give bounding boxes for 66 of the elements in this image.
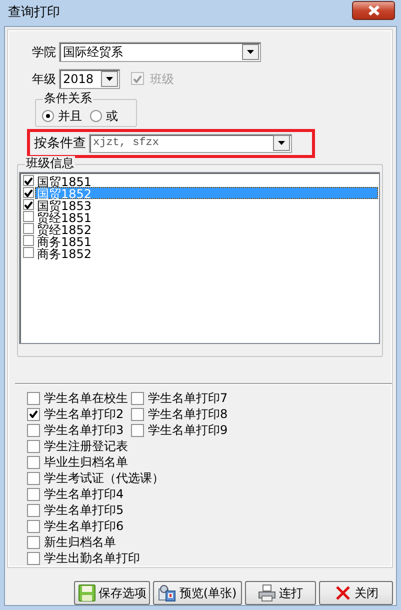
option-label: 学生名单打印5 [44,502,124,518]
preview-icon [158,584,176,602]
option-label: 学生名单打印9 [148,422,228,438]
field-label: 年级 [32,72,56,86]
list-checkbox[interactable] [23,175,34,186]
option-label: 学生名单打印3 [44,422,124,438]
list-checkbox[interactable] [23,247,34,258]
toolbar-button[interactable]: 关闭 [319,581,393,605]
toolbar-button[interactable]: 保存选项 [74,581,150,605]
caret-icon [247,50,254,54]
condition-dropdown[interactable]: xjzt, sfzx [89,134,292,153]
option-checkbox[interactable] [131,408,144,420]
option-label: 学生注册登记表 [44,438,128,454]
option-label: 毕业生归档名单 [44,454,128,470]
option-checkbox[interactable] [27,536,40,548]
toolbar-button[interactable]: 连打 [245,581,316,605]
option-label: 新生归档名单 [44,534,116,550]
group-title: 班级信息 [25,156,75,170]
option-checkbox[interactable] [27,472,40,484]
caret-icon [106,77,113,81]
list-item[interactable]: 商务1852 [35,246,378,259]
option-checkbox[interactable] [27,424,40,436]
radio-label: 并且 [58,109,82,124]
option-label: 学生名单打印8 [148,406,228,422]
option-checkbox[interactable] [27,552,40,564]
radio-button[interactable] [90,110,102,122]
close-icon [368,4,380,16]
option-checkbox[interactable] [131,424,144,436]
list-item[interactable]: 贸经1852 [35,222,378,235]
list-checkbox[interactable] [23,235,34,246]
checkbox-label: 班级 [150,72,174,86]
field-label: 按条件查 [34,136,86,152]
option-label: 学生名单在校生 [44,390,128,406]
option-label: 学生出勤名单打印 [44,550,140,566]
list-item[interactable]: 商务1851 [35,234,378,247]
college-dropdown[interactable]: 国际经贸系 [59,42,261,62]
grade-dropdown[interactable]: 2018 [59,69,120,89]
option-checkbox[interactable] [27,504,40,516]
option-checkbox[interactable] [27,392,40,404]
close-icon [334,584,352,602]
option-label: 学生名单打印2 [44,406,124,422]
list-checkbox[interactable] [23,187,34,198]
radio-button[interactable] [42,110,54,122]
caret-icon [278,141,285,146]
field-label: 学院 [32,44,56,60]
window-title: 查询打印 [8,5,60,21]
option-checkbox[interactable] [27,408,40,420]
radio-label: 或 [106,109,118,124]
list-item[interactable]: 贸经1851 [35,210,378,223]
option-label: 学生名单打印4 [44,486,124,502]
option-checkbox[interactable] [27,440,40,452]
option-checkbox[interactable] [27,488,40,500]
option-checkbox[interactable] [131,392,144,404]
list-checkbox[interactable] [23,199,34,210]
option-label: 学生考试证（代选课） [44,470,164,486]
option-checkbox[interactable] [27,520,40,532]
list-item[interactable]: 国贸1853 [35,198,378,211]
option-checkbox[interactable] [27,456,40,468]
group-title: 条件关系 [43,91,93,105]
option-label: 学生名单打印6 [44,518,124,534]
option-label: 学生名单打印7 [148,390,228,406]
printer-icon [258,584,276,602]
close-button[interactable] [352,0,395,20]
list-checkbox[interactable] [23,223,34,234]
list-checkbox[interactable] [23,211,34,222]
toolbar-button[interactable]: 预览(单张) [153,581,242,605]
